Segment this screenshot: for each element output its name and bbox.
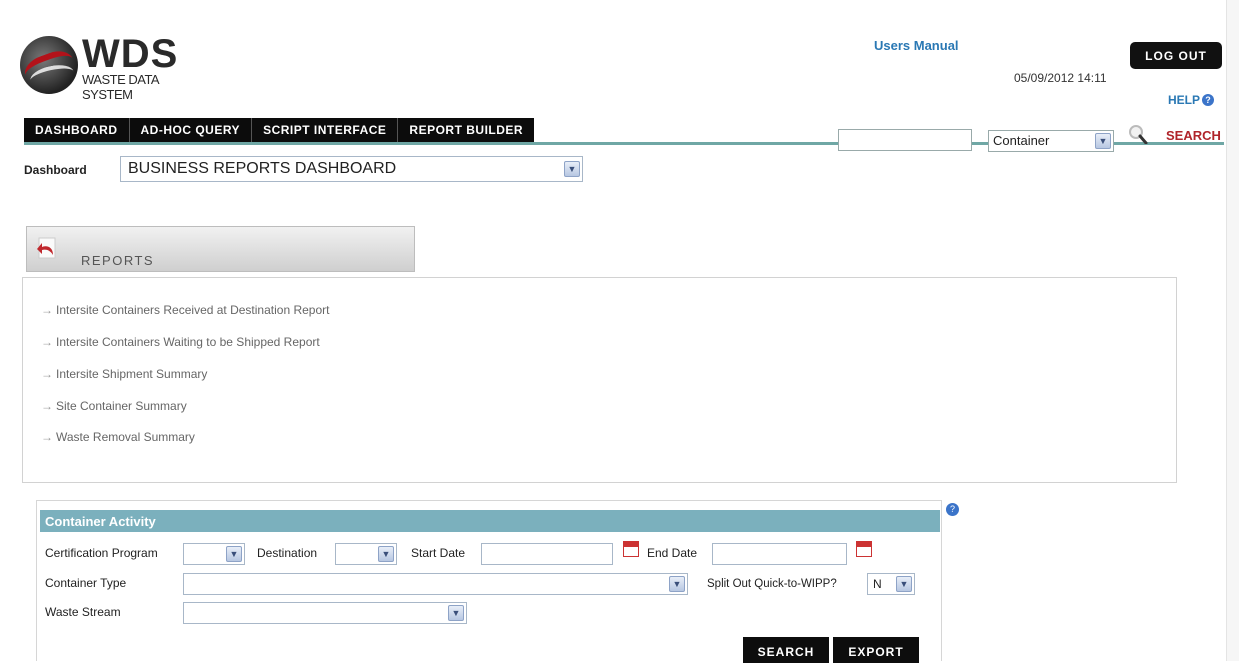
destination-select[interactable]: ▼ — [335, 543, 397, 565]
split-out-value: N — [873, 577, 882, 591]
tab-ad-hoc-query[interactable]: AD-HOC QUERY — [130, 118, 253, 142]
chevron-down-icon: ▼ — [378, 546, 394, 562]
certification-program-select[interactable]: ▼ — [183, 543, 245, 565]
users-manual-link[interactable]: Users Manual — [874, 38, 959, 53]
search-link[interactable]: SEARCH — [1166, 128, 1221, 143]
logo-globe-icon — [20, 36, 78, 94]
tab-report-builder[interactable]: REPORT BUILDER — [398, 118, 534, 142]
waste-stream-select[interactable]: ▼ — [183, 602, 467, 624]
help-label: HELP — [1168, 93, 1201, 107]
reports-title: REPORTS — [81, 253, 155, 268]
reports-back-arrow-icon — [37, 237, 56, 259]
chevron-down-icon: ▼ — [226, 546, 242, 562]
report-link[interactable]: → Intersite Containers Waiting to be Ship… — [41, 335, 320, 349]
split-out-label: Split Out Quick-to-WIPP? — [707, 578, 837, 590]
logout-button[interactable]: LOG OUT — [1130, 42, 1222, 69]
report-link[interactable]: → Intersite Shipment Summary — [41, 367, 207, 381]
waste-stream-label: Waste Stream — [45, 605, 121, 619]
calendar-icon[interactable] — [856, 541, 872, 557]
reports-list: → Intersite Containers Received at Destin… — [22, 277, 1177, 483]
calendar-icon[interactable] — [623, 541, 639, 557]
end-date-label: End Date — [647, 546, 698, 560]
arrow-right-icon: → — [41, 367, 53, 381]
help-link[interactable]: HELP? — [1168, 93, 1215, 107]
report-link[interactable]: → Site Container Summary — [41, 399, 187, 413]
logo-title: WDS — [82, 32, 179, 76]
container-activity-title: Container Activity — [40, 510, 940, 532]
report-link[interactable]: → Waste Removal Summary — [41, 430, 195, 444]
search-button[interactable]: SEARCH — [743, 637, 829, 663]
main-nav: DASHBOARD AD-HOC QUERY SCRIPT INTERFACE … — [24, 118, 535, 142]
help-icon[interactable]: ? — [946, 503, 959, 516]
search-input[interactable] — [838, 129, 972, 151]
chevron-down-icon: ▼ — [896, 576, 912, 592]
magnifier-icon[interactable] — [1128, 124, 1148, 144]
export-button[interactable]: EXPORT — [833, 637, 919, 663]
split-out-select[interactable]: N ▼ — [867, 573, 915, 595]
container-type-select[interactable]: ▼ — [183, 573, 688, 595]
tab-dashboard[interactable]: DASHBOARD — [24, 118, 130, 142]
page-scrollbar[interactable] — [1226, 0, 1239, 661]
container-activity-panel: Container Activity Certification Program… — [36, 500, 942, 663]
report-link[interactable]: → Intersite Containers Received at Destin… — [41, 303, 329, 317]
current-datetime: 05/09/2012 14:11 — [1014, 71, 1107, 85]
chevron-down-icon: ▼ — [669, 576, 685, 592]
arrow-right-icon: → — [41, 399, 53, 413]
chevron-down-icon: ▼ — [448, 605, 464, 621]
tab-script-interface[interactable]: SCRIPT INTERFACE — [252, 118, 399, 142]
chevron-down-icon: ▼ — [1095, 133, 1111, 149]
arrow-right-icon: → — [41, 303, 53, 317]
reports-header: REPORTS — [26, 226, 415, 272]
start-date-input[interactable] — [481, 543, 613, 565]
dashboard-select-value: BUSINESS REPORTS DASHBOARD — [128, 160, 397, 177]
dashboard-select[interactable]: BUSINESS REPORTS DASHBOARD ▼ — [120, 156, 583, 182]
start-date-label: Start Date — [411, 546, 466, 560]
search-type-value: Container — [993, 133, 1050, 148]
certification-program-label: Certification Program — [45, 546, 158, 560]
container-type-label: Container Type — [45, 576, 127, 590]
help-icon: ? — [1202, 94, 1215, 106]
dashboard-label: Dashboard — [24, 163, 87, 177]
search-type-select[interactable]: Container ▼ — [988, 130, 1114, 152]
arrow-right-icon: → — [41, 430, 53, 444]
logo-subtitle: WASTE DATA SYSTEM — [82, 72, 159, 102]
wds-logo: WDS WASTE DATA SYSTEM — [20, 32, 210, 102]
chevron-down-icon: ▼ — [564, 161, 580, 177]
arrow-right-icon: → — [41, 335, 53, 349]
destination-label: Destination — [257, 546, 318, 560]
end-date-input[interactable] — [712, 543, 847, 565]
